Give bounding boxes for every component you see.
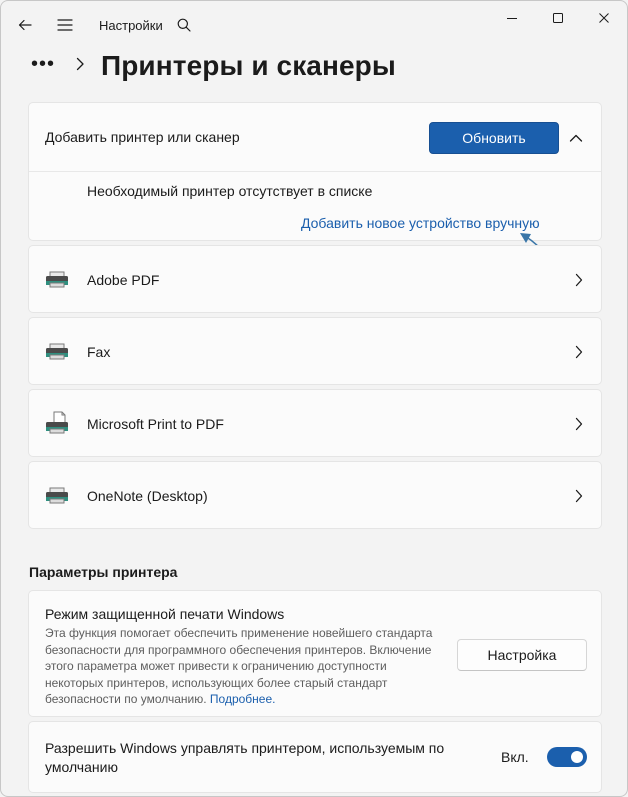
- search-icon[interactable]: [168, 9, 200, 41]
- hamburger-menu-icon[interactable]: [49, 9, 81, 41]
- printer-name: Adobe PDF: [87, 272, 160, 288]
- title-bar: Настройки: [1, 1, 627, 49]
- printer-item-fax[interactable]: Fax: [28, 317, 602, 385]
- chevron-up-icon[interactable]: [569, 130, 583, 148]
- printer-item-onenote[interactable]: OneNote (Desktop): [28, 461, 602, 529]
- refresh-button[interactable]: Обновить: [429, 122, 559, 154]
- default-printer-title: Разрешить Windows управлять принтером, и…: [45, 740, 445, 775]
- back-arrow-icon[interactable]: [9, 9, 41, 41]
- learn-more-link[interactable]: Подробнее.: [210, 692, 276, 706]
- page-title: Принтеры и сканеры: [101, 50, 396, 81]
- settings-window: Настройки ••• Принтеры и сканеры Добавит…: [0, 0, 628, 797]
- toggle-state-label: Вкл.: [501, 749, 529, 765]
- add-device-manually-link[interactable]: Добавить новое устройство вручную: [301, 215, 540, 231]
- printer-name: Fax: [87, 344, 111, 360]
- chevron-right-icon: [575, 345, 583, 364]
- pdf-printer-icon: [45, 411, 69, 440]
- protected-print-mode-card: Режим защищенной печати Windows Эта функ…: [28, 590, 602, 717]
- missing-printer-text: Необходимый принтер отсутствует в списке: [87, 183, 373, 199]
- minimize-icon[interactable]: [489, 1, 535, 35]
- default-printer-toggle[interactable]: [547, 747, 587, 767]
- breadcrumb-chevron-icon: [75, 57, 85, 76]
- breadcrumb-overflow-button[interactable]: •••: [31, 53, 55, 76]
- section-title: Параметры принтера: [29, 564, 178, 580]
- toggle-knob: [571, 751, 583, 763]
- printer-name: Microsoft Print to PDF: [87, 416, 224, 432]
- protected-mode-settings-button[interactable]: Настройка: [457, 639, 587, 671]
- app-title: Настройки: [99, 18, 163, 33]
- protected-mode-description: Эта функция помогает обеспечить применен…: [45, 625, 445, 708]
- chevron-right-icon: [575, 417, 583, 436]
- printer-icon: [45, 487, 69, 510]
- add-printer-card: Добавить принтер или сканер Обновить Нео…: [28, 102, 602, 241]
- maximize-icon[interactable]: [535, 1, 581, 35]
- printer-icon: [45, 343, 69, 366]
- page-header: ••• Принтеры и сканеры: [1, 47, 627, 91]
- printer-item-microsoft-print-to-pdf[interactable]: Microsoft Print to PDF: [28, 389, 602, 457]
- chevron-right-icon: [575, 273, 583, 292]
- default-printer-card: Разрешить Windows управлять принтером, и…: [28, 721, 602, 793]
- protected-mode-title: Режим защищенной печати Windows: [45, 606, 285, 622]
- close-icon[interactable]: [581, 1, 627, 35]
- chevron-right-icon: [575, 489, 583, 508]
- printer-item-adobe-pdf[interactable]: Adobe PDF: [28, 245, 602, 313]
- add-printer-label: Добавить принтер или сканер: [45, 129, 240, 145]
- printer-name: OneNote (Desktop): [87, 488, 208, 504]
- divider: [29, 171, 601, 172]
- printer-icon: [45, 271, 69, 294]
